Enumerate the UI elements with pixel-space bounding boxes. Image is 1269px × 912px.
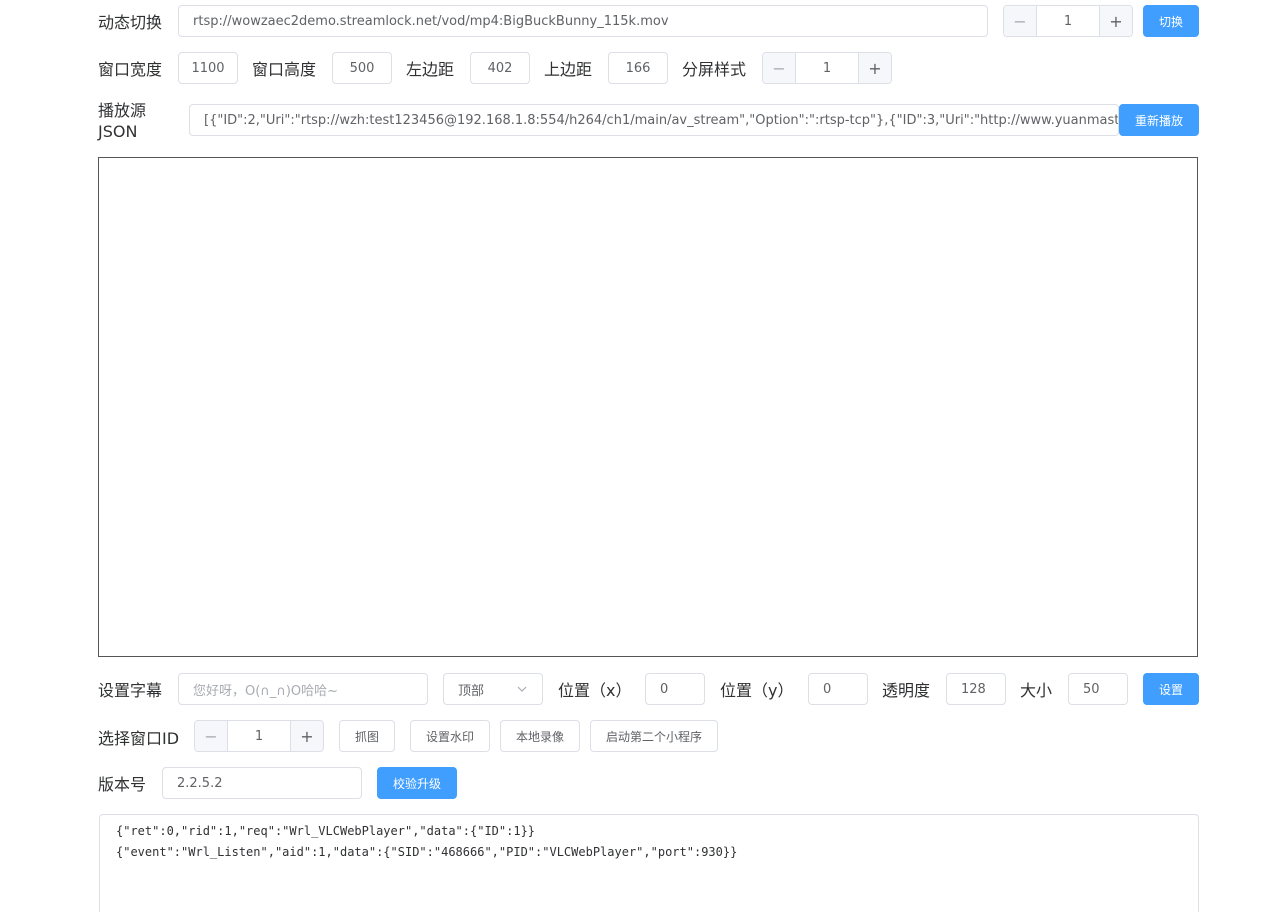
log-line: {"ret":0,"rid":1,"req":"Wrl_VLCWebPlayer…: [116, 824, 536, 838]
position-x-label: 位置（x）: [558, 681, 632, 700]
left-margin-input[interactable]: 402: [470, 52, 530, 84]
stream-url-value: rtsp://wowzaec2demo.streamlock.net/vod/m…: [193, 13, 669, 29]
replay-button[interactable]: 重新播放: [1119, 104, 1199, 136]
stepper-value[interactable]: 1: [1037, 6, 1099, 36]
local-record-button[interactable]: 本地录像: [500, 720, 580, 752]
switch-button[interactable]: 切换: [1143, 5, 1199, 37]
stream-url-input[interactable]: rtsp://wowzaec2demo.streamlock.net/vod/m…: [178, 5, 988, 37]
video-player-area[interactable]: [98, 157, 1198, 657]
version-input[interactable]: 2.2.5.2: [162, 767, 362, 799]
window-width-input[interactable]: 1100: [178, 52, 238, 84]
window-height-input[interactable]: 500: [332, 52, 392, 84]
switch-window-stepper[interactable]: − 1 +: [1003, 5, 1133, 37]
position-y-input[interactable]: 0: [808, 673, 868, 705]
minus-icon[interactable]: −: [763, 53, 796, 83]
window-id-label: 选择窗口ID: [98, 729, 180, 748]
set-subtitle-button[interactable]: 设置: [1143, 673, 1199, 705]
select-value: 顶部: [458, 683, 485, 699]
opacity-input[interactable]: 128: [946, 673, 1006, 705]
window-id-stepper[interactable]: − 1 +: [194, 720, 324, 752]
stepper-value[interactable]: 1: [228, 721, 290, 751]
launch-second-app-button[interactable]: 启动第二个小程序: [590, 720, 718, 752]
plus-icon[interactable]: +: [290, 721, 323, 751]
subtitle-placeholder: 您好呀，O(∩_∩)O哈哈~: [193, 683, 339, 699]
window-height-label: 窗口高度: [252, 60, 317, 79]
chevron-down-icon: [517, 686, 527, 692]
subtitle-label: 设置字幕: [98, 681, 163, 700]
minus-icon[interactable]: −: [195, 721, 228, 751]
log-line: {"event":"Wrl_Listen","aid":1,"data":{"S…: [116, 845, 738, 859]
check-upgrade-button[interactable]: 校验升级: [377, 767, 457, 799]
subtitle-input[interactable]: 您好呀，O(∩_∩)O哈哈~: [178, 673, 428, 705]
capture-button[interactable]: 抓图: [339, 720, 395, 752]
left-margin-label: 左边距: [406, 60, 455, 79]
split-style-label: 分屏样式: [682, 60, 747, 79]
top-margin-label: 上边距: [544, 60, 593, 79]
log-output-area[interactable]: {"ret":0,"rid":1,"req":"Wrl_VLCWebPlayer…: [99, 814, 1199, 912]
top-margin-input[interactable]: 166: [608, 52, 668, 84]
position-x-input[interactable]: 0: [645, 673, 705, 705]
watermark-button[interactable]: 设置水印: [410, 720, 490, 752]
source-json-label-line2: JSON: [98, 122, 138, 141]
source-json-input[interactable]: [{"ID":2,"Uri":"rtsp://wzh:test123456@19…: [189, 104, 1119, 136]
window-width-label: 窗口宽度: [98, 60, 163, 79]
opacity-label: 透明度: [882, 681, 931, 700]
split-style-stepper[interactable]: − 1 +: [762, 52, 892, 84]
source-json-label-line1: 播放源: [98, 101, 147, 120]
position-y-label: 位置（y）: [720, 681, 794, 700]
size-input[interactable]: 50: [1068, 673, 1128, 705]
version-label: 版本号: [98, 775, 147, 794]
size-label: 大小: [1020, 681, 1053, 700]
subtitle-position-select[interactable]: 顶部: [443, 673, 543, 705]
plus-icon[interactable]: +: [858, 53, 891, 83]
dynamic-switch-label: 动态切换: [98, 13, 163, 32]
minus-icon[interactable]: −: [1004, 6, 1037, 36]
plus-icon[interactable]: +: [1099, 6, 1132, 36]
stepper-value[interactable]: 1: [796, 53, 858, 83]
source-json-value: [{"ID":2,"Uri":"rtsp://wzh:test123456@19…: [204, 112, 1119, 128]
